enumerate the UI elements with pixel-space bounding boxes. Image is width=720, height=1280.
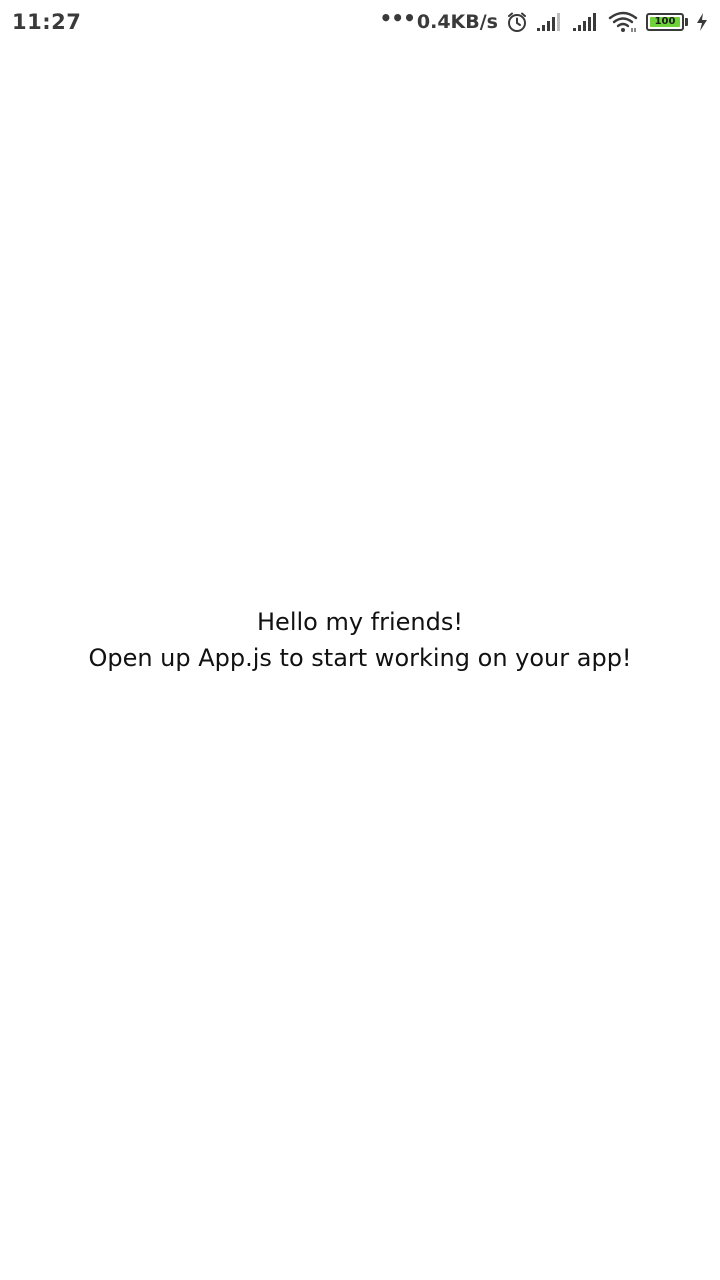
wifi-icon — [608, 11, 638, 33]
signal-icon — [572, 12, 600, 32]
status-time: 11:27 — [12, 10, 82, 34]
signal-icon — [536, 12, 564, 32]
status-icons: ••• 0.4KB/s 100 — [380, 6, 708, 34]
network-speed: 0.4KB/s — [416, 11, 498, 33]
notification-dots: ••• — [379, 6, 416, 30]
battery-icon: 100 — [646, 12, 688, 32]
greeting-text: Hello my friends! — [257, 608, 463, 636]
main-content: Hello my friends! Open up App.js to star… — [0, 604, 720, 676]
battery-level: 100 — [650, 17, 680, 27]
charging-icon — [696, 12, 708, 32]
instruction-text: Open up App.js to start working on your … — [88, 644, 632, 672]
status-bar: 11:27 ••• 0.4KB/s 100 — [0, 0, 720, 44]
alarm-icon — [506, 11, 528, 33]
